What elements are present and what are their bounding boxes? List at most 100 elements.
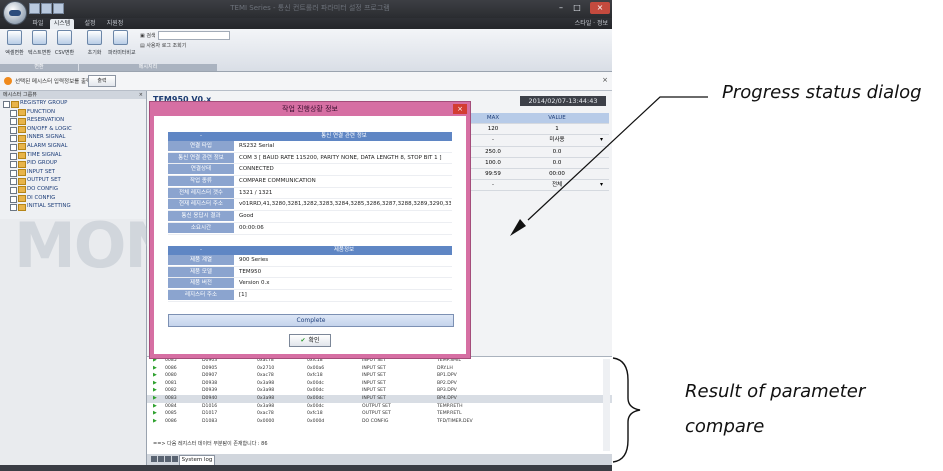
search-button[interactable]: ▣ 검색 bbox=[140, 32, 156, 39]
app-menu-button[interactable] bbox=[3, 1, 27, 25]
value-cell[interactable]: 1 bbox=[527, 124, 587, 134]
log-name: BP1.DPV bbox=[437, 373, 457, 379]
minimize-button[interactable]: – bbox=[554, 2, 568, 14]
log-row[interactable]: ▶ 0084 D1016 0x3a98 0x00dc OUTPUT SET TEMP.RET… bbox=[147, 403, 612, 411]
title-bar: TEMI Series - 통신 컨트롤러 파라미터 설정 프로그램 – □ × bbox=[0, 0, 612, 25]
dropdown-arrow-icon[interactable]: ▾ bbox=[600, 137, 605, 143]
tree-item[interactable]: ON/OFF & LOGIC bbox=[0, 125, 146, 134]
last-tab-icon[interactable] bbox=[172, 456, 178, 462]
sidebar-close-icon[interactable]: × bbox=[139, 91, 143, 99]
quick-save-icon[interactable] bbox=[29, 3, 40, 14]
log-row[interactable]: ▶ 0083 D0940 0x3a98 0x00dc INPUT SET BP4.DPV bbox=[147, 394, 612, 403]
folder-icon bbox=[18, 126, 26, 134]
quick-open-icon[interactable] bbox=[41, 3, 52, 14]
text-export-button[interactable]: 텍스트변환 bbox=[27, 30, 52, 56]
tree-item[interactable]: INPUT SET bbox=[0, 168, 146, 177]
product-section-header: - 제품정보 bbox=[168, 246, 452, 255]
grid-row[interactable]: 100.0 0.0 bbox=[471, 158, 609, 169]
log-group: INPUT SET bbox=[362, 380, 386, 386]
tab-system[interactable]: 시스템 bbox=[50, 19, 74, 29]
tree-root[interactable]: REGISTRY GROUP bbox=[0, 99, 146, 108]
info-row: 작업 종류 COMPARE COMMUNICATION bbox=[168, 176, 452, 188]
log-row[interactable]: ▶ 0082 D0939 0x3a98 0x00dc INPUT SET BP3.DPV bbox=[147, 387, 612, 395]
tree-item[interactable]: FUNCTION bbox=[0, 108, 146, 117]
sidebar-header: 메시스터 그룹뷰 × bbox=[0, 91, 146, 99]
log-row[interactable]: ▶ 0080 D0907 0xac78 0xfc18 INPUT SET BP1.DPV bbox=[147, 372, 612, 380]
log-name: TEMP.RETL bbox=[437, 411, 462, 417]
info-value: 900 Series bbox=[239, 257, 269, 263]
status-bar bbox=[0, 465, 612, 471]
tree-item-label: TIME SIGNAL bbox=[27, 151, 62, 158]
comm-header-title: 통신 연결 관련 정보 bbox=[321, 133, 367, 139]
excel-export-label: 엑셀변환 bbox=[5, 50, 24, 56]
value-cell[interactable]: 전체 bbox=[527, 180, 587, 190]
folder-icon bbox=[18, 177, 26, 185]
tree-item-label: INNER SIGNAL bbox=[27, 134, 66, 141]
check-icon: ✔ bbox=[300, 337, 306, 344]
close-button[interactable]: × bbox=[590, 2, 610, 14]
info-key: 소요시간 bbox=[168, 222, 234, 233]
first-tab-icon[interactable] bbox=[151, 456, 157, 462]
parameter-compare-label: 파라미터비교 bbox=[108, 50, 136, 56]
play-icon: ▶ bbox=[153, 417, 157, 424]
log-name: TEMP.RETH bbox=[437, 403, 463, 409]
excel-export-button[interactable]: 엑셀변환 bbox=[2, 30, 27, 56]
log-value-b: 0xfc18 bbox=[307, 373, 323, 379]
log-value-a: 0x2710 bbox=[257, 365, 275, 371]
log-scrollbar[interactable] bbox=[603, 359, 610, 451]
log-id: 0081 bbox=[165, 380, 177, 386]
next-tab-icon[interactable] bbox=[165, 456, 171, 462]
tree-item[interactable]: ALARM SIGNAL bbox=[0, 142, 146, 151]
maximize-button[interactable]: □ bbox=[570, 2, 584, 14]
log-address: D0939 bbox=[202, 388, 218, 394]
tree-item[interactable]: DO CONFIG bbox=[0, 185, 146, 194]
folder-icon bbox=[18, 160, 26, 168]
parameter-compare-button[interactable]: 파라미터비교 bbox=[108, 30, 136, 56]
folder-icon bbox=[11, 100, 19, 108]
notice-close-icon[interactable]: × bbox=[602, 76, 608, 84]
value-cell[interactable]: 00:00 bbox=[527, 169, 587, 179]
tree-item[interactable]: INNER SIGNAL bbox=[0, 133, 146, 143]
dropdown-arrow-icon[interactable]: ▾ bbox=[600, 182, 605, 188]
tab-file[interactable]: 파일 bbox=[28, 19, 48, 29]
ok-button[interactable]: ✔ 확인 bbox=[289, 334, 331, 347]
tree-item[interactable]: PID GROUP bbox=[0, 159, 146, 169]
prev-tab-icon[interactable] bbox=[158, 456, 164, 462]
tree-item-label: INPUT SET bbox=[27, 168, 55, 175]
csv-export-button[interactable]: CSV변환 bbox=[52, 30, 77, 56]
dialog-close-button[interactable]: × bbox=[453, 104, 467, 114]
output-button[interactable]: 출력 bbox=[88, 75, 116, 87]
value-cell[interactable]: 0.0 bbox=[527, 147, 587, 157]
grid-row[interactable]: - 미사용 ▾ bbox=[471, 135, 609, 147]
log-row[interactable]: ▶ 0086 D0905 0x2710 0x00a6 INPUT SET DRY.LH bbox=[147, 365, 612, 373]
tree-item[interactable]: TIME SIGNAL bbox=[0, 151, 146, 160]
grid-row[interactable]: - 전체 ▾ bbox=[471, 180, 609, 192]
tree-item[interactable]: DI CONFIG bbox=[0, 194, 146, 203]
info-row: 제품 모델 TEM950 bbox=[168, 266, 452, 279]
play-icon: ▶ bbox=[153, 394, 157, 401]
max-cell: 250.0 bbox=[485, 148, 501, 155]
grid-row[interactable]: 99:59 00:00 bbox=[471, 169, 609, 181]
log-row[interactable]: ▶ 0085 D1017 0xac78 0xfc18 OUTPUT SET TEMP.RET… bbox=[147, 410, 612, 418]
tree-item-label: RESERVATION bbox=[27, 117, 65, 124]
tree-item[interactable]: OUTPUT SET bbox=[0, 176, 146, 186]
value-cell[interactable]: 0.0 bbox=[527, 158, 587, 168]
search-input[interactable] bbox=[158, 31, 230, 40]
log-group: INPUT SET bbox=[362, 365, 386, 371]
quick-print-icon[interactable] bbox=[53, 3, 64, 14]
grid-row[interactable]: 250.0 0.0 bbox=[471, 147, 609, 158]
user-log-button[interactable]: ▤ 사용자 로그 조회기 bbox=[140, 42, 186, 49]
tab-support[interactable]: 지원정 bbox=[103, 19, 127, 29]
tree-item-label: DO CONFIG bbox=[27, 185, 59, 192]
csv-icon bbox=[57, 30, 72, 45]
value-cell[interactable]: 미사용 bbox=[527, 135, 587, 145]
folder-icon bbox=[18, 186, 26, 194]
dialog-title: 작업 진행상황 정보 bbox=[282, 105, 338, 113]
style-info-menu[interactable]: 스타일 · 정보 bbox=[575, 19, 608, 29]
grid-row[interactable]: 120 1 bbox=[471, 124, 609, 136]
log-row[interactable]: ▶ 0081 D0938 0x3a98 0x00dc INPUT SET BP2.DPV bbox=[147, 380, 612, 388]
tab-settings[interactable]: 설정 bbox=[80, 19, 100, 29]
reset-button[interactable]: 초기화 bbox=[82, 30, 107, 56]
log-row[interactable]: ▶ 0086 D1083 0x0000 0x000d DO CONFIG TFD/TIMER… bbox=[147, 418, 612, 426]
tree-item[interactable]: RESERVATION bbox=[0, 116, 146, 126]
